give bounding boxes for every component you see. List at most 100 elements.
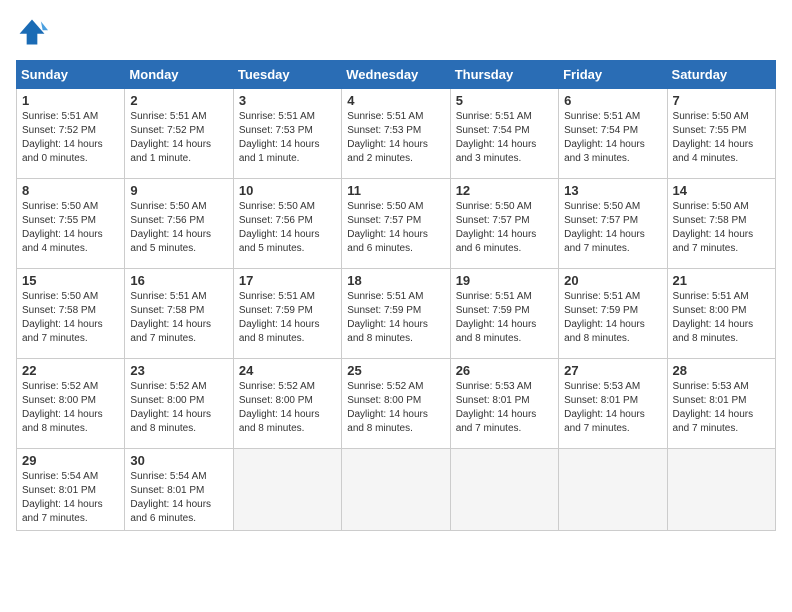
day-info: Sunrise: 5:51 AM Sunset: 7:52 PM Dayligh… [130,110,227,166]
day-info: Sunrise: 5:50 AM Sunset: 7:55 PM Dayligh… [673,110,770,166]
logo-icon [16,16,48,48]
day-number: 5 [456,93,553,108]
day-number: 16 [130,273,227,288]
calendar-cell: 21 Sunrise: 5:51 AM Sunset: 8:00 PM Dayl… [667,269,775,359]
weekday-header-tuesday: Tuesday [233,61,341,89]
day-number: 7 [673,93,770,108]
day-info: Sunrise: 5:51 AM Sunset: 7:59 PM Dayligh… [239,290,336,346]
day-info: Sunrise: 5:50 AM Sunset: 7:55 PM Dayligh… [22,200,119,256]
calendar-cell: 30 Sunrise: 5:54 AM Sunset: 8:01 PM Dayl… [125,449,233,531]
day-info: Sunrise: 5:51 AM Sunset: 8:00 PM Dayligh… [673,290,770,346]
day-number: 29 [22,453,119,468]
page-header [16,16,776,48]
day-number: 20 [564,273,661,288]
day-number: 15 [22,273,119,288]
day-number: 1 [22,93,119,108]
day-info: Sunrise: 5:50 AM Sunset: 7:56 PM Dayligh… [239,200,336,256]
day-number: 17 [239,273,336,288]
calendar-cell: 22 Sunrise: 5:52 AM Sunset: 8:00 PM Dayl… [17,359,125,449]
day-number: 14 [673,183,770,198]
day-number: 26 [456,363,553,378]
weekday-header-sunday: Sunday [17,61,125,89]
day-number: 10 [239,183,336,198]
calendar-table: SundayMondayTuesdayWednesdayThursdayFrid… [16,60,776,531]
calendar-cell: 19 Sunrise: 5:51 AM Sunset: 7:59 PM Dayl… [450,269,558,359]
day-number: 3 [239,93,336,108]
day-info: Sunrise: 5:54 AM Sunset: 8:01 PM Dayligh… [130,470,227,526]
calendar-cell: 26 Sunrise: 5:53 AM Sunset: 8:01 PM Dayl… [450,359,558,449]
calendar-cell: 8 Sunrise: 5:50 AM Sunset: 7:55 PM Dayli… [17,179,125,269]
weekday-header-wednesday: Wednesday [342,61,450,89]
calendar-cell: 5 Sunrise: 5:51 AM Sunset: 7:54 PM Dayli… [450,89,558,179]
logo [16,16,52,48]
day-info: Sunrise: 5:53 AM Sunset: 8:01 PM Dayligh… [456,380,553,436]
day-number: 4 [347,93,444,108]
calendar-cell: 29 Sunrise: 5:54 AM Sunset: 8:01 PM Dayl… [17,449,125,531]
calendar-header: SundayMondayTuesdayWednesdayThursdayFrid… [17,61,776,89]
day-info: Sunrise: 5:50 AM Sunset: 7:56 PM Dayligh… [130,200,227,256]
day-info: Sunrise: 5:52 AM Sunset: 8:00 PM Dayligh… [347,380,444,436]
calendar-cell: 2 Sunrise: 5:51 AM Sunset: 7:52 PM Dayli… [125,89,233,179]
calendar-cell [342,449,450,531]
day-number: 8 [22,183,119,198]
calendar-cell: 12 Sunrise: 5:50 AM Sunset: 7:57 PM Dayl… [450,179,558,269]
calendar-week-2: 8 Sunrise: 5:50 AM Sunset: 7:55 PM Dayli… [17,179,776,269]
day-number: 2 [130,93,227,108]
calendar-cell: 23 Sunrise: 5:52 AM Sunset: 8:00 PM Dayl… [125,359,233,449]
day-info: Sunrise: 5:52 AM Sunset: 8:00 PM Dayligh… [130,380,227,436]
day-info: Sunrise: 5:51 AM Sunset: 7:52 PM Dayligh… [22,110,119,166]
calendar-cell: 24 Sunrise: 5:52 AM Sunset: 8:00 PM Dayl… [233,359,341,449]
day-number: 22 [22,363,119,378]
day-number: 13 [564,183,661,198]
calendar-body: 1 Sunrise: 5:51 AM Sunset: 7:52 PM Dayli… [17,89,776,531]
day-info: Sunrise: 5:51 AM Sunset: 7:59 PM Dayligh… [456,290,553,346]
day-number: 21 [673,273,770,288]
calendar-cell: 4 Sunrise: 5:51 AM Sunset: 7:53 PM Dayli… [342,89,450,179]
calendar-cell: 3 Sunrise: 5:51 AM Sunset: 7:53 PM Dayli… [233,89,341,179]
calendar-cell [559,449,667,531]
calendar-week-3: 15 Sunrise: 5:50 AM Sunset: 7:58 PM Dayl… [17,269,776,359]
day-info: Sunrise: 5:51 AM Sunset: 7:58 PM Dayligh… [130,290,227,346]
calendar-cell: 20 Sunrise: 5:51 AM Sunset: 7:59 PM Dayl… [559,269,667,359]
calendar-cell: 17 Sunrise: 5:51 AM Sunset: 7:59 PM Dayl… [233,269,341,359]
day-info: Sunrise: 5:51 AM Sunset: 7:59 PM Dayligh… [564,290,661,346]
calendar-cell: 9 Sunrise: 5:50 AM Sunset: 7:56 PM Dayli… [125,179,233,269]
calendar-cell: 27 Sunrise: 5:53 AM Sunset: 8:01 PM Dayl… [559,359,667,449]
day-info: Sunrise: 5:51 AM Sunset: 7:53 PM Dayligh… [239,110,336,166]
day-info: Sunrise: 5:53 AM Sunset: 8:01 PM Dayligh… [673,380,770,436]
day-info: Sunrise: 5:50 AM Sunset: 7:57 PM Dayligh… [564,200,661,256]
day-number: 25 [347,363,444,378]
calendar-cell: 7 Sunrise: 5:50 AM Sunset: 7:55 PM Dayli… [667,89,775,179]
weekday-header-monday: Monday [125,61,233,89]
day-info: Sunrise: 5:50 AM Sunset: 7:58 PM Dayligh… [673,200,770,256]
calendar-week-4: 22 Sunrise: 5:52 AM Sunset: 8:00 PM Dayl… [17,359,776,449]
day-info: Sunrise: 5:52 AM Sunset: 8:00 PM Dayligh… [239,380,336,436]
calendar-cell: 6 Sunrise: 5:51 AM Sunset: 7:54 PM Dayli… [559,89,667,179]
calendar-week-5: 29 Sunrise: 5:54 AM Sunset: 8:01 PM Dayl… [17,449,776,531]
calendar-cell: 15 Sunrise: 5:50 AM Sunset: 7:58 PM Dayl… [17,269,125,359]
day-number: 11 [347,183,444,198]
weekday-header-thursday: Thursday [450,61,558,89]
calendar-cell: 1 Sunrise: 5:51 AM Sunset: 7:52 PM Dayli… [17,89,125,179]
day-info: Sunrise: 5:50 AM Sunset: 7:57 PM Dayligh… [456,200,553,256]
day-number: 28 [673,363,770,378]
day-info: Sunrise: 5:53 AM Sunset: 8:01 PM Dayligh… [564,380,661,436]
day-number: 27 [564,363,661,378]
calendar-cell: 11 Sunrise: 5:50 AM Sunset: 7:57 PM Dayl… [342,179,450,269]
day-info: Sunrise: 5:51 AM Sunset: 7:54 PM Dayligh… [564,110,661,166]
day-info: Sunrise: 5:50 AM Sunset: 7:57 PM Dayligh… [347,200,444,256]
day-number: 6 [564,93,661,108]
day-info: Sunrise: 5:52 AM Sunset: 8:00 PM Dayligh… [22,380,119,436]
calendar-week-1: 1 Sunrise: 5:51 AM Sunset: 7:52 PM Dayli… [17,89,776,179]
day-info: Sunrise: 5:51 AM Sunset: 7:53 PM Dayligh… [347,110,444,166]
calendar-cell [667,449,775,531]
calendar-cell [233,449,341,531]
day-number: 18 [347,273,444,288]
calendar-cell: 10 Sunrise: 5:50 AM Sunset: 7:56 PM Dayl… [233,179,341,269]
day-info: Sunrise: 5:50 AM Sunset: 7:58 PM Dayligh… [22,290,119,346]
weekday-header-friday: Friday [559,61,667,89]
day-number: 30 [130,453,227,468]
day-info: Sunrise: 5:51 AM Sunset: 7:59 PM Dayligh… [347,290,444,346]
day-info: Sunrise: 5:51 AM Sunset: 7:54 PM Dayligh… [456,110,553,166]
calendar-cell [450,449,558,531]
